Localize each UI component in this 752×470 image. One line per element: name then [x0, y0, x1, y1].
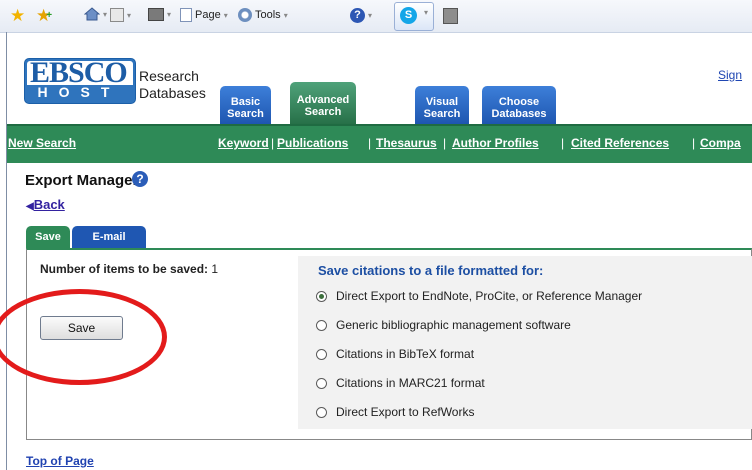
add-favorites-icon[interactable]: ★ +	[36, 7, 52, 24]
skype-icon: S	[400, 7, 417, 24]
brand-databases: Databases	[139, 85, 206, 101]
radio[interactable]	[316, 377, 327, 389]
research-icon[interactable]	[443, 8, 458, 24]
home-icon[interactable]: ▾	[84, 7, 107, 21]
save-button[interactable]: Save	[40, 316, 123, 340]
options-heading: Save citations to a file formatted for:	[318, 263, 544, 278]
favorites-star-icon[interactable]: ★	[10, 7, 25, 24]
radio[interactable]	[316, 319, 327, 331]
tab-choose-databases[interactable]: Choose Databases	[482, 86, 556, 124]
option-marc21[interactable]: Citations in MARC21 format	[316, 376, 485, 390]
radio[interactable]	[316, 348, 327, 360]
page-menu[interactable]: Page ▾	[180, 8, 228, 22]
tab-save[interactable]: Save	[26, 226, 70, 248]
tab-visual-search[interactable]: Visual Search	[415, 86, 469, 124]
option-generic[interactable]: Generic bibliographic management softwar…	[316, 318, 571, 332]
nav-companies-link[interactable]: Compa	[700, 136, 741, 150]
gear-icon	[238, 8, 252, 22]
option-bibtex[interactable]: Citations in BibTeX format	[316, 347, 474, 361]
radio-selected[interactable]	[316, 290, 327, 302]
tools-menu[interactable]: Tools ▾	[238, 8, 288, 22]
new-search-link[interactable]: New Search	[8, 136, 76, 150]
items-count-label: Number of items to be saved: 1	[40, 262, 219, 276]
help-icon[interactable]: ?	[132, 171, 148, 187]
tab-email[interactable]: E-mail	[72, 226, 146, 248]
format-options-box	[298, 256, 752, 429]
skype-dropdown[interactable]: ▾	[421, 8, 428, 17]
sign-in-link[interactable]: Sign	[718, 68, 742, 82]
top-of-page-link[interactable]: Top of Page	[26, 454, 94, 468]
option-refworks[interactable]: Direct Export to RefWorks	[316, 405, 474, 419]
help-menu[interactable]: ? ▾	[350, 8, 372, 23]
nav-author-profiles-link[interactable]: Author Profiles	[452, 136, 539, 150]
nav-cited-references-link[interactable]: Cited References	[571, 136, 669, 150]
browser-toolbar: ★ ★ + ▾ ▾ ▾ Page ▾ Tools ▾ ? ▾ S ▾	[0, 0, 752, 33]
radio[interactable]	[316, 406, 327, 418]
nav-keyword-link[interactable]: Keyword	[218, 136, 269, 150]
back-arrow-icon: ◀	[26, 201, 34, 212]
brand-research: Research	[139, 68, 199, 84]
page-icon	[180, 8, 192, 22]
back-link[interactable]: ◀Back	[26, 197, 65, 212]
items-count: 1	[211, 262, 219, 276]
print-icon[interactable]: ▾	[148, 8, 171, 21]
tab-advanced-search[interactable]: Advanced Search	[290, 82, 356, 124]
page-title: Export Manager	[25, 172, 139, 189]
tab-basic-search[interactable]: Basic Search	[220, 86, 271, 124]
option-endnote[interactable]: Direct Export to EndNote, ProCite, or Re…	[316, 289, 642, 303]
nav-bar: New Search Keyword | Publications | Thes…	[7, 124, 752, 163]
ebsco-host-logo[interactable]: EBSCO HOST	[24, 58, 136, 104]
feeds-icon[interactable]: ▾	[110, 8, 131, 22]
nav-publications-link[interactable]: Publications	[277, 136, 348, 150]
nav-thesaurus-link[interactable]: Thesaurus	[376, 136, 437, 150]
help-icon: ?	[350, 8, 365, 23]
